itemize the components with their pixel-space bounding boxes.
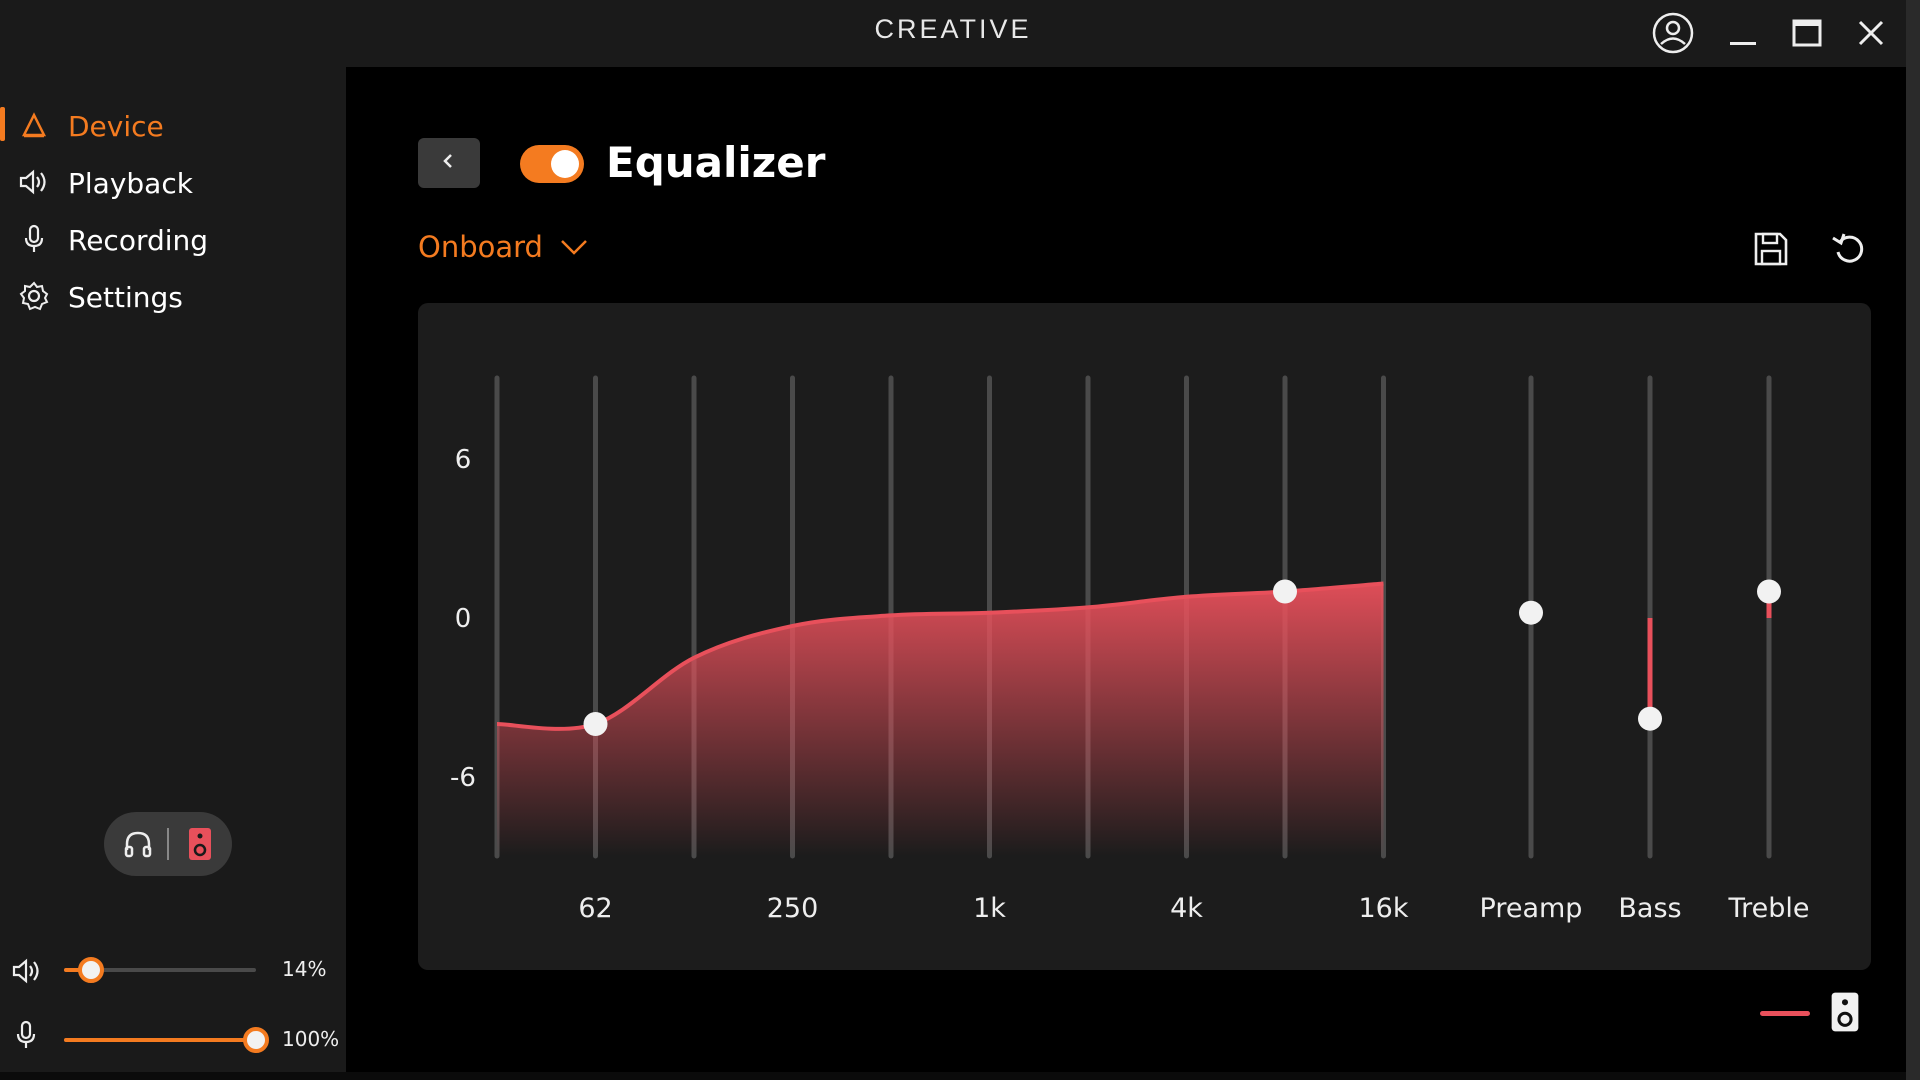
microphone-icon[interactable]: [14, 1019, 38, 1055]
speaker-icon: [16, 167, 52, 197]
sidebar-item-label: Playback: [68, 167, 193, 200]
save-icon[interactable]: [1752, 230, 1790, 272]
control-label: Treble: [1728, 893, 1810, 924]
speaker-box-icon[interactable]: [1828, 990, 1862, 1038]
band-label: 16k: [1359, 893, 1409, 924]
band-label: 62: [578, 893, 612, 924]
brand-logo: CREATIVE: [874, 14, 1032, 44]
maximize-icon[interactable]: [1782, 8, 1832, 58]
equalizer-chart[interactable]: 6 0 -6 62 250 1k 4k 16k Preamp Bass Treble: [418, 303, 1871, 970]
mic-slider-handle[interactable]: [243, 1027, 269, 1053]
curve-legend-line: [1760, 1011, 1810, 1016]
band-label: 250: [767, 893, 819, 924]
y-tick-label: -6: [450, 763, 476, 793]
title-bar: CREATIVE: [0, 0, 1906, 67]
back-button[interactable]: [418, 138, 480, 188]
page-title: Equalizer: [606, 138, 826, 187]
sidebar-item-playback[interactable]: Playback: [0, 157, 346, 207]
sidebar-item-device[interactable]: Device: [0, 100, 346, 150]
mic-slider[interactable]: [64, 1020, 269, 1060]
output-device-toggle[interactable]: [104, 812, 232, 876]
minimize-icon[interactable]: [1718, 8, 1768, 58]
chevron-down-icon: [559, 230, 589, 264]
volume-percent: 14%: [282, 957, 327, 981]
volume-slider-handle[interactable]: [77, 957, 104, 983]
control-label: Preamp: [1480, 893, 1583, 924]
volume-slider[interactable]: [64, 950, 256, 990]
reset-icon[interactable]: [1830, 230, 1870, 272]
eq-curve-area: [497, 583, 1384, 856]
band-handle[interactable]: [1273, 579, 1297, 604]
speaker-box-icon[interactable]: [186, 826, 214, 866]
sidebar-item-settings[interactable]: Settings: [0, 271, 346, 321]
speaker-icon[interactable]: [10, 957, 44, 989]
control-handle[interactable]: [1757, 579, 1781, 604]
background-decoration: [1906, 0, 1920, 1080]
sidebar-item-label: Recording: [68, 224, 209, 257]
control-handle[interactable]: [1638, 706, 1662, 731]
preset-dropdown[interactable]: Onboard: [418, 230, 589, 264]
band-label: 1k: [973, 893, 1006, 924]
preset-label: Onboard: [418, 230, 543, 264]
chevron-left-icon: [440, 152, 458, 174]
equalizer-panel: 6 0 -6 62 250 1k 4k 16k Preamp Bass Treble: [418, 303, 1871, 970]
gear-icon: [16, 281, 52, 311]
control-label: Bass: [1618, 893, 1681, 924]
sidebar: Device Playback Recording Settings 14% 1…: [0, 67, 346, 1072]
headphones-icon[interactable]: [122, 828, 154, 864]
microphone-icon: [16, 224, 52, 254]
sidebar-item-recording[interactable]: Recording: [0, 214, 346, 264]
y-tick-label: 6: [455, 445, 472, 475]
close-icon[interactable]: [1846, 8, 1896, 58]
band-label: 4k: [1170, 893, 1203, 924]
sidebar-item-label: Device: [68, 110, 164, 143]
control-handle[interactable]: [1519, 600, 1543, 625]
account-icon[interactable]: [1648, 8, 1698, 58]
sidebar-item-label: Settings: [68, 281, 183, 314]
band-handle[interactable]: [583, 712, 608, 736]
equalizer-toggle[interactable]: [520, 145, 584, 183]
mic-percent: 100%: [282, 1027, 340, 1051]
divider: [167, 828, 169, 860]
y-tick-label: 0: [455, 604, 472, 634]
device-icon: [16, 110, 52, 140]
